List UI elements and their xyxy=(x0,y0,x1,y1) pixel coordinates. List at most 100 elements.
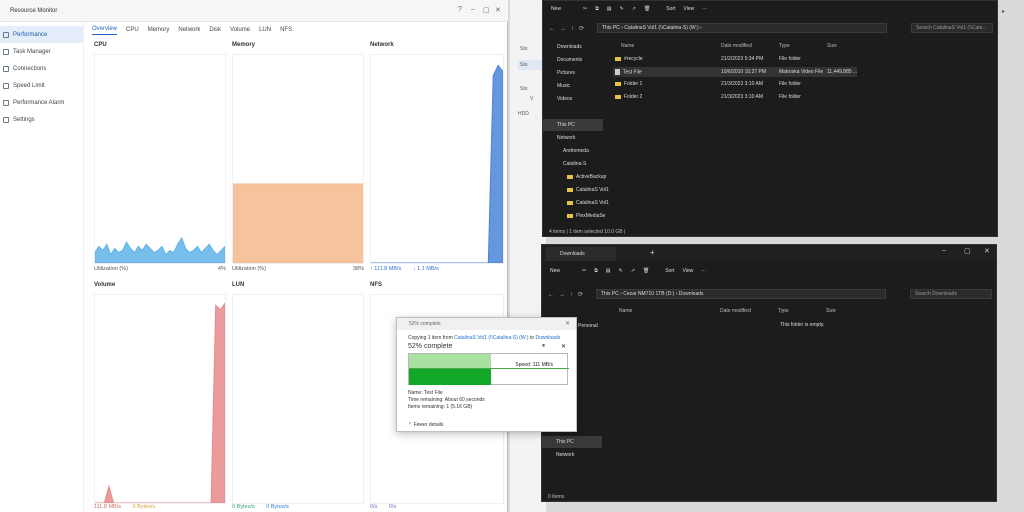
nav-item-network[interactable]: Network xyxy=(542,449,602,461)
address-bar[interactable]: This PC › Cezar NM710 1TB (D:) › Downloa… xyxy=(596,289,886,299)
file-type: File folder xyxy=(779,56,801,62)
share-icon[interactable]: ↗ xyxy=(632,6,636,12)
minimize-icon[interactable]: – xyxy=(471,6,475,13)
progress-fill-light xyxy=(409,354,492,369)
more-icon[interactable]: ··· xyxy=(701,268,706,274)
paste-icon[interactable]: ▤ xyxy=(607,6,612,12)
cut-icon[interactable]: ✂ xyxy=(582,268,586,274)
memory-foot-label: Utilization (%) xyxy=(232,266,266,272)
strip-item: V xyxy=(530,96,534,102)
nav-buttons[interactable]: ←→↑⟳ xyxy=(549,25,589,32)
column-type[interactable]: Type xyxy=(778,308,789,314)
sort-button[interactable]: Sort xyxy=(665,268,674,274)
rename-icon[interactable]: ✎ xyxy=(620,6,624,12)
tab-volume[interactable]: Volume xyxy=(230,27,250,33)
tab-overview[interactable]: Overview xyxy=(92,26,118,35)
panel-title: NFS xyxy=(370,282,382,288)
maximize-icon[interactable]: ▢ xyxy=(964,247,971,255)
search-input[interactable]: Search CatalinaS Vol1 (\\Cata... xyxy=(911,23,993,33)
tab-lun[interactable]: LUN xyxy=(259,27,271,33)
time-remaining: Time remaining: About 60 seconds xyxy=(408,397,485,403)
nav-item-share[interactable]: PlexMediaSe xyxy=(543,210,605,222)
sidebar-item-task-manager[interactable]: Task Manager xyxy=(0,43,83,60)
share-icon[interactable]: ↗ xyxy=(631,268,635,274)
destination-link[interactable]: Downloads xyxy=(535,335,560,341)
fewer-details-button[interactable]: ⌃ Fewer details xyxy=(408,422,443,428)
sort-button[interactable]: Sort xyxy=(666,6,675,12)
nav-item-share[interactable]: CatalinaS Vol1 xyxy=(543,184,609,196)
close-icon[interactable]: ✕ xyxy=(565,320,570,327)
sidebar-item-settings[interactable]: Settings xyxy=(0,111,83,128)
nav-item-share[interactable]: ActiveBackup xyxy=(543,171,606,183)
nav-item-music[interactable]: Music xyxy=(543,80,603,92)
volume-panel: Volume 111.8 MB/s 0 Bytes/s xyxy=(94,282,226,512)
view-button[interactable]: View xyxy=(683,6,694,12)
search-input[interactable]: Search Downloads xyxy=(910,289,992,299)
rename-icon[interactable]: ✎ xyxy=(619,268,623,274)
cut-icon[interactable]: ✂ xyxy=(583,6,587,12)
nav-item-downloads[interactable]: Downloads xyxy=(543,41,603,53)
file-row[interactable]: #recycle xyxy=(615,56,643,62)
sidebar-item-label: Task Manager xyxy=(13,48,51,55)
sidebar-item-speed-limit[interactable]: Speed Limit xyxy=(0,77,83,94)
new-tab-icon[interactable]: + xyxy=(650,248,655,257)
delete-icon[interactable]: 🗑 xyxy=(644,6,650,12)
network-panel: Network ↑ 111.8 MB/s ↓ 1.1 MB/s xyxy=(370,42,504,276)
tab-downloads[interactable]: Downloads xyxy=(546,247,616,261)
nav-buttons[interactable]: ←→↑⟳ xyxy=(548,291,588,298)
nav-item-andromeda[interactable]: Andromeda xyxy=(543,145,603,157)
cancel-icon[interactable]: ✕ xyxy=(561,343,566,350)
close-icon[interactable]: ✕ xyxy=(495,6,501,14)
resource-monitor-window: Resource Monitor ? – ▢ ✕ Performance Tas… xyxy=(0,0,508,512)
column-size[interactable]: Size xyxy=(826,308,836,314)
nav-item-this-pc[interactable]: This PC xyxy=(543,119,603,131)
minimize-icon[interactable]: – xyxy=(942,247,946,254)
nav-item-catalina-s[interactable]: Catalina-S xyxy=(543,158,603,170)
pause-icon[interactable]: ⏸ xyxy=(542,343,545,350)
nav-item-this-pc[interactable]: This PC xyxy=(542,436,602,448)
maximize-icon[interactable]: ▢ xyxy=(483,6,490,14)
help-icon[interactable]: ? xyxy=(458,6,462,13)
file-row[interactable]: Test File xyxy=(615,69,642,75)
tab-memory[interactable]: Memory xyxy=(148,27,170,33)
folder-icon xyxy=(567,174,573,179)
file-type: File folder xyxy=(779,81,801,87)
sidebar-item-performance-alarm[interactable]: Performance Alarm xyxy=(0,94,83,111)
new-button[interactable]: New xyxy=(550,268,560,274)
source-link[interactable]: CatalinaS Vol1 (\\Catalina-S) (W:) xyxy=(454,335,528,341)
more-icon[interactable]: ··· xyxy=(702,6,707,12)
file-row[interactable]: Folder 1 xyxy=(615,81,642,87)
tab-disk[interactable]: Disk xyxy=(209,27,221,33)
tab-cpu[interactable]: CPU xyxy=(126,27,139,33)
new-button[interactable]: New xyxy=(551,6,561,12)
copy-icon[interactable]: ⧉ xyxy=(595,6,599,12)
volume-chart xyxy=(94,294,226,504)
nav-item-pictures[interactable]: Pictures xyxy=(543,67,603,79)
column-size[interactable]: Size xyxy=(827,43,837,49)
nav-item-network[interactable]: Network xyxy=(543,132,603,144)
file-row[interactable]: Folder 2 xyxy=(615,94,642,100)
column-date[interactable]: Date modified xyxy=(721,43,752,49)
close-icon[interactable]: ✕ xyxy=(984,247,990,255)
column-name[interactable]: Name xyxy=(619,308,632,314)
sidebar-item-performance[interactable]: Performance xyxy=(0,26,83,43)
folder-icon xyxy=(615,94,621,99)
column-name[interactable]: Name xyxy=(621,43,634,49)
nav-item-share[interactable]: CatalinaS Vol1 xyxy=(543,197,609,209)
nav-item-videos[interactable]: Videos xyxy=(543,93,603,105)
tab-nfs[interactable]: NFS xyxy=(280,27,292,33)
cpu-foot-value: 4% xyxy=(218,266,226,272)
column-type[interactable]: Type xyxy=(779,43,790,49)
tab-network[interactable]: Network xyxy=(178,27,200,33)
paste-icon[interactable]: ▤ xyxy=(606,268,611,274)
memory-chart xyxy=(232,54,364,264)
sidebar-item-label: Speed Limit xyxy=(13,82,45,89)
column-date[interactable]: Date modified xyxy=(720,308,751,314)
nav-item-documents[interactable]: Documents xyxy=(543,54,603,66)
speed-line xyxy=(409,368,569,369)
sidebar-item-connections[interactable]: Connections xyxy=(0,60,83,77)
delete-icon[interactable]: 🗑 xyxy=(643,268,649,274)
address-bar[interactable]: This PC › CatalinaS Vol1 (\\Catalina-S) … xyxy=(597,23,887,33)
copy-icon[interactable]: ⧉ xyxy=(594,268,598,274)
view-button[interactable]: View xyxy=(682,268,693,274)
